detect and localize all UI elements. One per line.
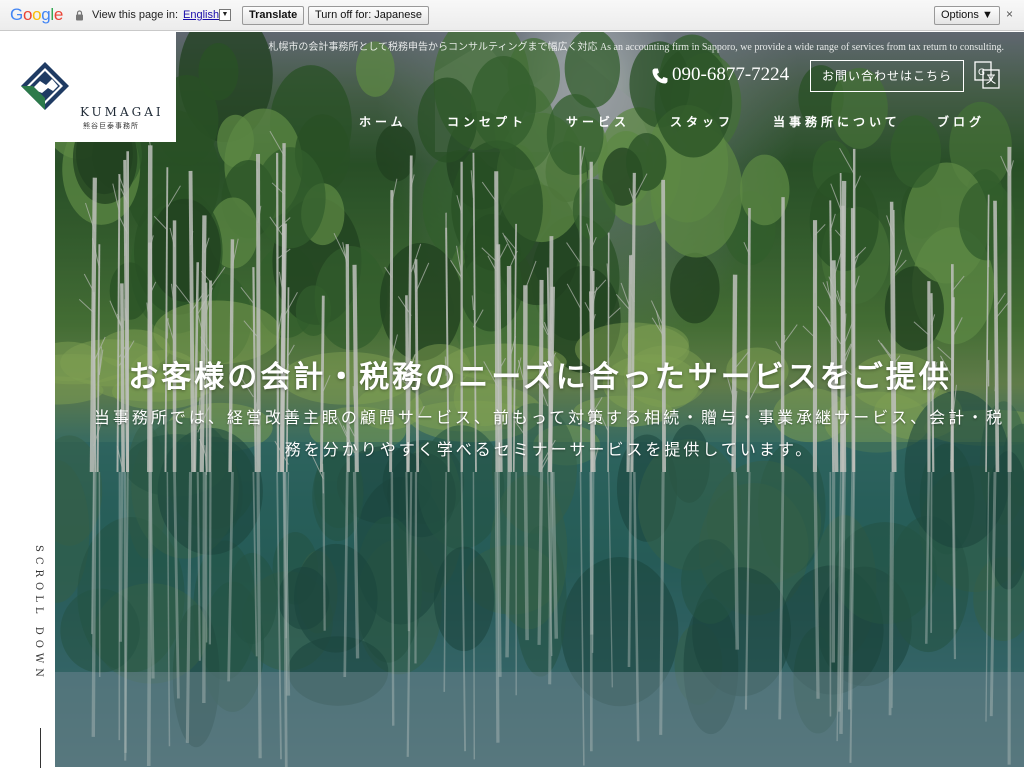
translate-button[interactable]: Translate <box>242 6 305 25</box>
hero-image <box>55 32 1024 767</box>
contact-button[interactable]: お問い合わせはこちら <box>810 60 964 92</box>
turn-off-button[interactable]: Turn off for: Japanese <box>308 6 430 25</box>
nav-item-about[interactable]: 当事務所について <box>773 113 901 130</box>
hero-description: 当事務所では、経営改善主眼の顧問サービス、前もって対策する相続・贈与・事業承継サ… <box>93 408 1006 459</box>
language-dropdown-icon[interactable]: ▼ <box>219 9 231 21</box>
translate-bar: Google View this page in: English ▼ Tran… <box>0 0 1024 31</box>
lock-icon <box>76 10 83 21</box>
hero-title: お客様の会計・税務のニーズに合ったサービスをご提供 <box>128 360 952 395</box>
google-logo: Google <box>10 5 64 24</box>
nav-item-concept[interactable]: コンセプト <box>447 113 527 130</box>
view-page-label: View this page in: <box>92 9 179 21</box>
phone-icon <box>652 68 668 84</box>
nav-item-home[interactable]: ホーム <box>359 113 407 130</box>
nav-item-service[interactable]: サービス <box>566 113 630 130</box>
main-nav: ホーム コンセプト サービス スタッフ 当事務所について ブログ <box>0 113 1024 131</box>
svg-text:G: G <box>978 68 985 78</box>
nav-item-staff[interactable]: スタッフ <box>670 113 734 130</box>
site-tagline: 札幌市の会計事務所として税務申告からコンサルティングまで幅広く対応 As an … <box>268 42 1004 53</box>
language-select[interactable]: English <box>183 9 219 21</box>
scroll-down-label[interactable]: SCROLL DOWN <box>33 545 44 682</box>
phone-number[interactable]: 090-6877-7224 <box>672 64 789 86</box>
translate-icon[interactable]: G <box>974 61 1000 89</box>
kumagai-logo-mark <box>21 62 69 110</box>
close-icon[interactable]: × <box>1003 8 1016 21</box>
left-rail <box>0 142 55 768</box>
scroll-indicator-line <box>40 728 41 768</box>
nav-item-blog[interactable]: ブログ <box>937 113 985 130</box>
options-button[interactable]: Options ▼ <box>934 6 1000 25</box>
